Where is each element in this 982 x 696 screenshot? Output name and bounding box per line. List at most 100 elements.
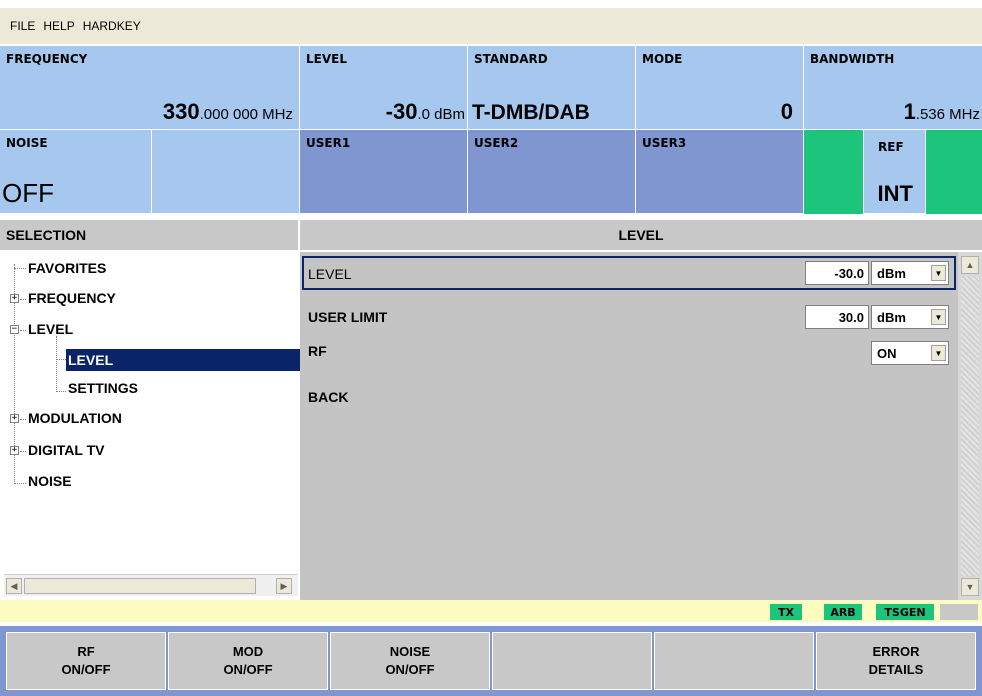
tree-line xyxy=(14,483,26,484)
tree-item-settings[interactable]: SETTINGS xyxy=(68,380,138,396)
green-indicator-right xyxy=(926,130,982,214)
softkey-5[interactable] xyxy=(654,632,814,690)
tree-line xyxy=(14,268,26,269)
mode-panel[interactable]: MODE 0 xyxy=(636,46,804,130)
selection-tree: FAVORITES + FREQUENCY − LEVEL LEVEL SETT… xyxy=(0,252,300,600)
mode-label: MODE xyxy=(642,52,683,66)
rf-onoff-softkey[interactable]: RF ON/OFF xyxy=(6,632,166,690)
frequency-value: 330.000 000 MHz xyxy=(163,99,293,125)
user1-label: USER1 xyxy=(306,136,351,150)
scroll-right-icon[interactable]: ▶ xyxy=(276,578,292,594)
level-value-main: -30 xyxy=(385,99,418,124)
menu-hardkey[interactable]: HARDKEY xyxy=(83,19,141,33)
bandwidth-label: BANDWIDTH xyxy=(810,52,895,66)
noise-value: OFF xyxy=(2,178,54,208)
tree-item-favorites[interactable]: FAVORITES xyxy=(28,260,106,276)
collapse-level-icon[interactable]: − xyxy=(10,325,19,334)
level-value-fraction: .0 dBm xyxy=(417,106,465,123)
frequency-value-fraction: .000 000 MHz xyxy=(199,106,293,123)
user1-panel[interactable]: USER1 xyxy=(300,130,468,214)
frequency-panel[interactable]: FREQUENCY 330.000 000 MHz xyxy=(0,46,300,130)
level-section-header: LEVEL xyxy=(300,220,982,250)
user3-panel[interactable]: USER3 xyxy=(636,130,804,214)
tree-item-modulation[interactable]: MODULATION xyxy=(28,410,122,426)
chevron-down-icon[interactable]: ▼ xyxy=(931,345,946,361)
softkey-label: ON/OFF xyxy=(385,662,435,677)
ref-panel[interactable]: REF INT xyxy=(864,130,926,214)
softkey-4[interactable] xyxy=(492,632,652,690)
softkey-label: ERROR xyxy=(872,644,920,659)
softkey-label: ON/OFF xyxy=(61,662,111,677)
content-vertical-scrollbar[interactable]: ▲ ▼ xyxy=(958,252,982,600)
softkey-label: DETAILS xyxy=(868,662,924,677)
rf-dropdown[interactable]: ON ▼ xyxy=(871,341,949,365)
user3-label: USER3 xyxy=(642,136,687,150)
selection-header: SELECTION xyxy=(0,220,298,250)
noise-onoff-softkey[interactable]: NOISE ON/OFF xyxy=(330,632,490,690)
expand-frequency-icon[interactable]: + xyxy=(10,294,19,303)
level-value-field[interactable]: -30.0 xyxy=(805,261,869,285)
user-limit-value-field[interactable]: 30.0 xyxy=(805,305,869,329)
chevron-down-icon[interactable]: ▼ xyxy=(931,309,946,325)
green-indicator-left xyxy=(804,130,864,214)
mod-onoff-softkey[interactable]: MOD ON/OFF xyxy=(168,632,328,690)
expand-modulation-icon[interactable]: + xyxy=(10,414,19,423)
tree-item-frequency[interactable]: FREQUENCY xyxy=(28,290,116,306)
status-tag-tsgen: TSGEN xyxy=(876,604,934,620)
mode-value: 0 xyxy=(780,99,793,124)
status-tag-arb: ARB xyxy=(824,604,862,620)
level-unit-value: dBm xyxy=(877,265,906,281)
tree-item-noise[interactable]: NOISE xyxy=(28,473,72,489)
menu-file[interactable]: FILE xyxy=(10,19,35,33)
expand-digital-tv-icon[interactable]: + xyxy=(10,446,19,455)
status-tag-empty xyxy=(940,604,978,620)
chevron-down-icon[interactable]: ▼ xyxy=(931,265,946,281)
bandwidth-panel[interactable]: BANDWIDTH 1.536 MHz xyxy=(804,46,982,130)
noise-label: NOISE xyxy=(6,136,48,150)
menu-bar-area: FILE HELP HARDKEY xyxy=(0,0,982,46)
ref-value: INT xyxy=(877,181,913,206)
softkey-label: RF xyxy=(77,644,95,659)
scroll-track[interactable] xyxy=(961,276,979,576)
scroll-up-icon[interactable]: ▲ xyxy=(961,256,979,274)
tree-item-digital-tv[interactable]: DIGITAL TV xyxy=(28,442,104,458)
user-limit-unit-dropdown[interactable]: dBm ▼ xyxy=(871,305,949,329)
frequency-label: FREQUENCY xyxy=(6,52,88,66)
level-row-label: LEVEL xyxy=(308,266,352,282)
standard-panel[interactable]: STANDARD T-DMB/DAB xyxy=(468,46,636,130)
error-details-softkey[interactable]: ERROR DETAILS xyxy=(816,632,976,690)
standard-label: STANDARD xyxy=(474,52,548,66)
menu-bar: FILE HELP HARDKEY xyxy=(0,8,982,44)
tree-line xyxy=(20,330,26,331)
noise-panel[interactable]: NOISE OFF xyxy=(0,130,152,214)
tree-line xyxy=(20,451,26,452)
tree-item-level-level[interactable]: LEVEL xyxy=(66,349,300,371)
level-panel[interactable]: LEVEL -30.0 dBm xyxy=(300,46,468,130)
user2-label: USER2 xyxy=(474,136,519,150)
menu-help[interactable]: HELP xyxy=(43,19,74,33)
back-row-label[interactable]: BACK xyxy=(308,389,348,405)
scroll-down-icon[interactable]: ▼ xyxy=(961,578,979,596)
tree-line xyxy=(56,359,66,360)
softkey-label: NOISE xyxy=(389,644,431,659)
rf-row-label[interactable]: RF xyxy=(308,343,327,359)
user-limit-unit-value: dBm xyxy=(877,309,906,325)
status-tag-tx: TX xyxy=(770,604,802,620)
tree-line xyxy=(20,299,26,300)
softkey-label: ON/OFF xyxy=(223,662,273,677)
softkey-label: MOD xyxy=(232,644,264,659)
user-limit-row-label[interactable]: USER LIMIT xyxy=(308,309,387,325)
level-label: LEVEL xyxy=(306,52,347,66)
ref-label: REF xyxy=(878,140,904,154)
tree-line xyxy=(56,391,66,392)
tree-item-level[interactable]: LEVEL xyxy=(28,321,73,337)
bandwidth-value-fraction: .536 MHz xyxy=(915,106,980,123)
scroll-left-icon[interactable]: ◀ xyxy=(6,578,22,594)
level-unit-dropdown[interactable]: dBm ▼ xyxy=(871,261,949,285)
tree-scroll-thumb[interactable] xyxy=(24,578,256,594)
user2-panel[interactable]: USER2 xyxy=(468,130,636,214)
level-content-panel: LEVEL -30.0 dBm ▼ USER LIMIT 30.0 dBm ▼ … xyxy=(300,252,958,600)
frequency-value-main: 330 xyxy=(162,99,200,124)
tree-horizontal-scrollbar[interactable]: ◀ ▶ xyxy=(4,574,298,596)
tree-line xyxy=(56,336,57,392)
